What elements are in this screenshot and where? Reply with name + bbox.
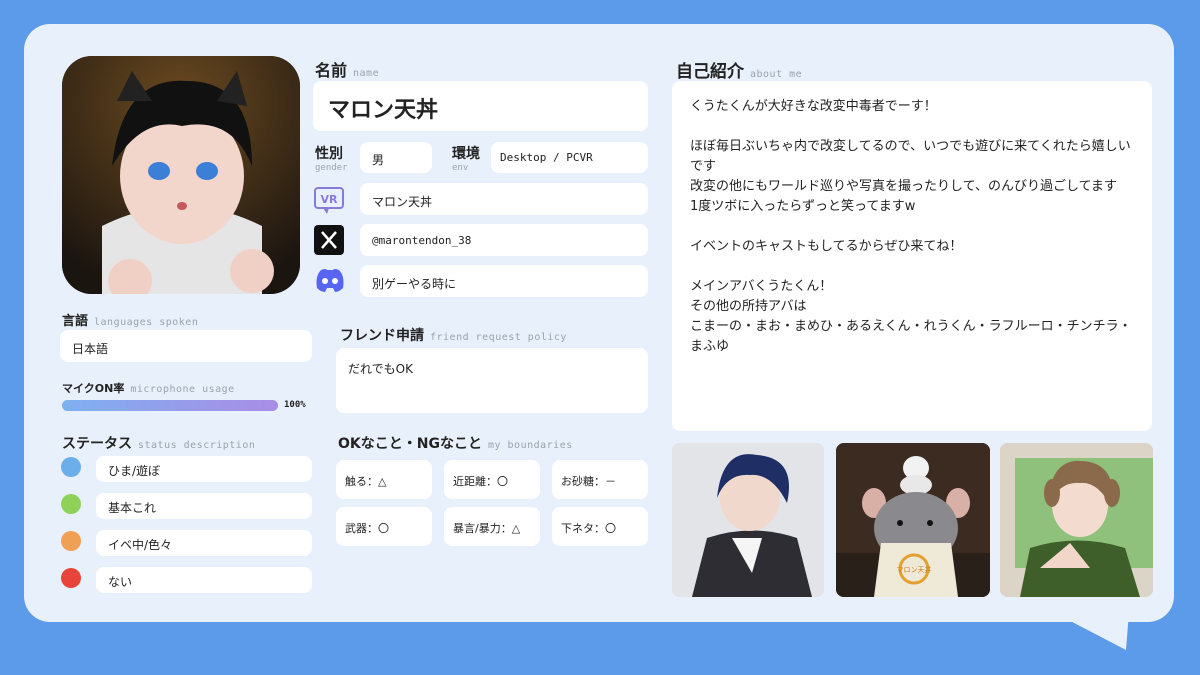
avatar-thumbnail-1 [672,443,824,597]
gender-value: 男 [372,153,385,167]
speech-tail [1030,600,1130,650]
mic-percent: 100% [284,400,306,410]
boundary-text: 武器：〇 [345,522,389,535]
boundary-text: お砂糖：－ [561,475,616,488]
friend-label: フレンド申請 friend request policy [340,328,567,344]
languages-label: 言語 languages spoken [62,314,199,329]
discord-value: 別ゲーやる時に [372,277,457,291]
friend-value: だれでもOK [348,362,413,376]
status-dot [61,494,81,514]
svg-text:VR: VR [321,193,339,206]
boundary-text: 下ネタ：〇 [561,522,616,535]
x-icon [313,224,345,256]
avatar-thumbnail-3 [1000,443,1153,597]
boundary-text: 近距離：〇 [453,475,508,488]
status-text: イベ中/色々 [108,538,173,552]
status-label: ステータス status description [62,436,256,452]
env-value: Desktop / PCVR [500,151,593,164]
status-dot [61,457,81,477]
status-dot [61,531,81,551]
about-label: 自己紹介 about me [676,62,803,82]
about-text: くうたくんが大好きな改変中毒者でーす！ ほぼ毎日ぶいちゃ内で改変してるので、いつ… [690,99,1132,354]
boundaries-label: OKなこと・NGなこと my boundaries [338,436,573,452]
languages-value: 日本語 [72,342,109,356]
svg-text:マロン天丼: マロン天丼 [897,565,932,574]
env-label: 環境 env [452,146,480,173]
discord-icon [313,265,345,297]
name-value: マロン天丼 [328,98,439,123]
gender-label: 性別 gender [315,146,348,173]
x-value: @marontendon_38 [372,234,472,247]
status-text: 基本これ [108,501,157,515]
avatar-photo [62,56,300,294]
avatar-thumbnail-2: マロン天丼 [836,443,990,597]
boundary-text: 触る：△ [345,475,387,488]
gender-field [360,142,432,173]
status-text: ない [108,575,133,589]
status-text: ひま/遊ぼ [108,464,161,478]
mic-label: マイクON率 microphone usage [62,382,235,395]
boundary-text: 暴言/暴力：△ [453,522,521,535]
mic-bar-track [62,400,278,411]
friend-field [336,348,648,413]
name-label: 名前 name [315,61,380,80]
mic-bar-fill [62,400,278,411]
status-dot [61,568,81,588]
vrchat-icon: VR [313,184,345,216]
vrchat-value: マロン天丼 [372,195,433,209]
